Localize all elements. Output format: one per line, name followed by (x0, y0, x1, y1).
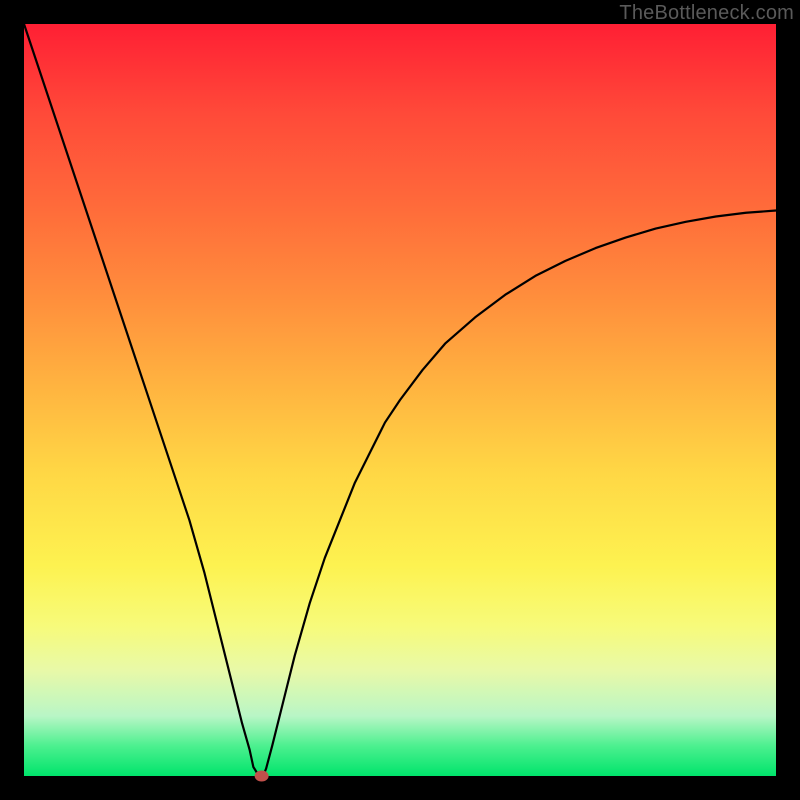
bottleneck-curve (24, 24, 776, 776)
watermark-text: TheBottleneck.com (619, 2, 794, 25)
minimum-marker (255, 771, 269, 782)
chart-frame: TheBottleneck.com (0, 0, 800, 800)
curve-layer (24, 24, 776, 776)
plot-area (24, 24, 776, 776)
